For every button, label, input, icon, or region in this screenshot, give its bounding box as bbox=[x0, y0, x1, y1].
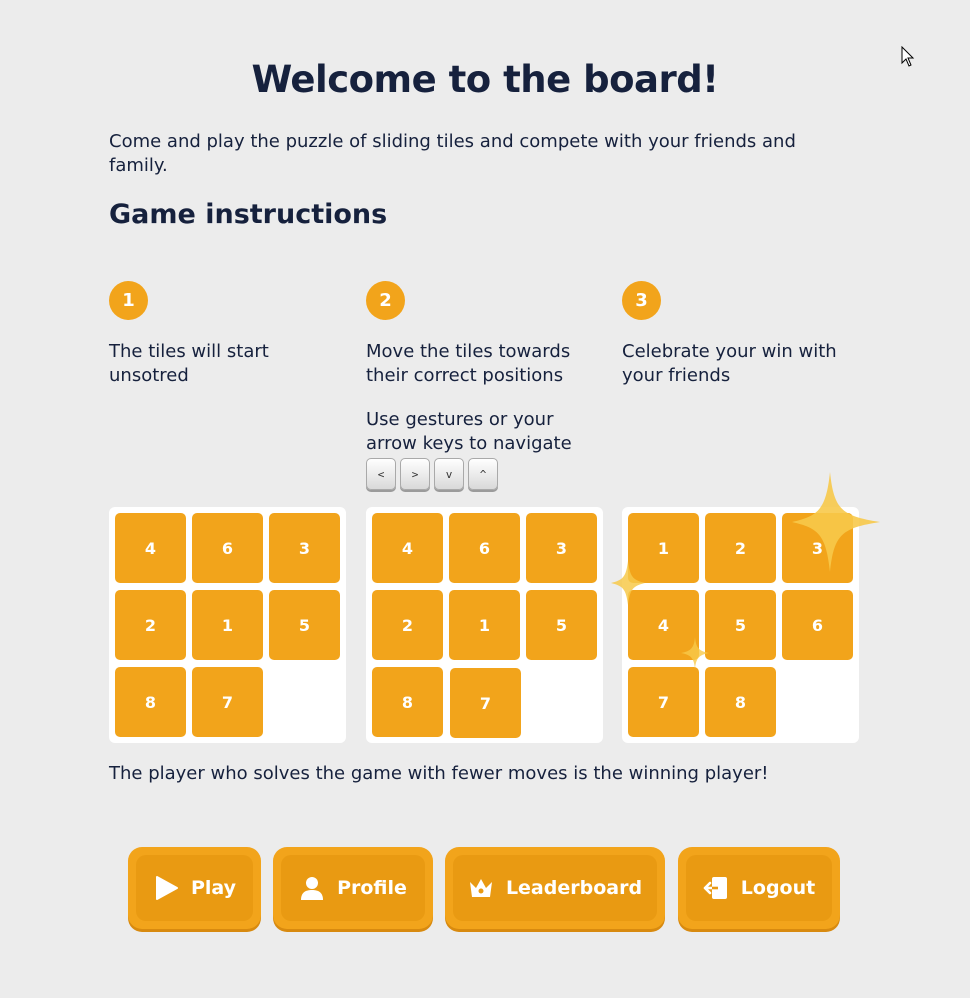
user-icon bbox=[301, 877, 324, 900]
profile-button[interactable]: Profile bbox=[273, 847, 433, 929]
tile: 4 bbox=[115, 513, 186, 583]
page-title: Welcome to the board! bbox=[251, 58, 719, 101]
leaderboard-button[interactable]: Leaderboard bbox=[445, 847, 665, 929]
tile: 5 bbox=[269, 590, 340, 660]
step-text: Move the tiles towards their correct pos… bbox=[366, 341, 571, 386]
logout-button[interactable]: Logout bbox=[678, 847, 840, 929]
profile-label: Profile bbox=[337, 877, 407, 899]
tile: 3 bbox=[269, 513, 340, 583]
left-arrow-key: < bbox=[366, 458, 396, 490]
logout-label: Logout bbox=[740, 877, 816, 899]
step-text: Celebrate your win with your friends bbox=[622, 341, 837, 386]
instruction-step-2: 2 Move the tiles towards their correct p… bbox=[366, 281, 603, 490]
play-icon bbox=[155, 876, 178, 900]
arrow-keys: < > v ^ bbox=[366, 458, 603, 490]
crown-icon bbox=[469, 879, 492, 897]
play-label: Play bbox=[190, 877, 237, 899]
play-button[interactable]: Play bbox=[128, 847, 261, 929]
sparkle-icon bbox=[611, 561, 645, 605]
step-subtext: Use gestures or your arrow keys to navig… bbox=[366, 409, 572, 454]
sparkle-icon bbox=[792, 472, 880, 572]
tile: 5 bbox=[705, 590, 776, 660]
tile: 7 bbox=[450, 668, 521, 738]
tile: 1 bbox=[449, 590, 520, 660]
winner-text: The player who solves the game with fewe… bbox=[109, 763, 769, 784]
leaderboard-label: Leaderboard bbox=[505, 877, 643, 899]
tile: 2 bbox=[372, 590, 443, 660]
tile: 6 bbox=[782, 590, 853, 660]
play-button-face[interactable]: Play bbox=[136, 855, 253, 921]
down-arrow-key: v bbox=[434, 458, 464, 490]
tile: 5 bbox=[526, 590, 597, 660]
tile: 7 bbox=[192, 667, 263, 737]
tile: 8 bbox=[115, 667, 186, 737]
tile: 2 bbox=[705, 513, 776, 583]
tile: 6 bbox=[192, 513, 263, 583]
instructions-heading: Game instructions bbox=[109, 199, 388, 230]
tile: 8 bbox=[372, 667, 443, 737]
logout-icon bbox=[703, 877, 727, 899]
tile: 6 bbox=[449, 513, 520, 583]
leaderboard-button-face[interactable]: Leaderboard bbox=[453, 855, 657, 921]
tile: 8 bbox=[705, 667, 776, 737]
step-number-badge: 3 bbox=[622, 281, 661, 320]
sparkle-icon bbox=[681, 637, 709, 669]
instruction-step-3: 3 Celebrate your win with your friends bbox=[622, 281, 859, 388]
tile: 1 bbox=[192, 590, 263, 660]
logout-button-face[interactable]: Logout bbox=[686, 855, 832, 921]
up-arrow-key: ^ bbox=[468, 458, 498, 490]
tile: 4 bbox=[372, 513, 443, 583]
tile: 3 bbox=[526, 513, 597, 583]
step-number-badge: 2 bbox=[366, 281, 405, 320]
board-moving: 4 6 3 2 1 5 8 7 bbox=[366, 507, 603, 743]
step-number-badge: 1 bbox=[109, 281, 148, 320]
profile-button-face[interactable]: Profile bbox=[281, 855, 425, 921]
tile: 7 bbox=[628, 667, 699, 737]
right-arrow-key: > bbox=[400, 458, 430, 490]
tile: 2 bbox=[115, 590, 186, 660]
step-text: The tiles will start unsotred bbox=[109, 341, 269, 386]
intro-text: Come and play the puzzle of sliding tile… bbox=[109, 131, 796, 176]
board-unsorted: 4 6 3 2 1 5 8 7 bbox=[109, 507, 346, 743]
instruction-step-1: 1 The tiles will start unsotred bbox=[109, 281, 346, 388]
